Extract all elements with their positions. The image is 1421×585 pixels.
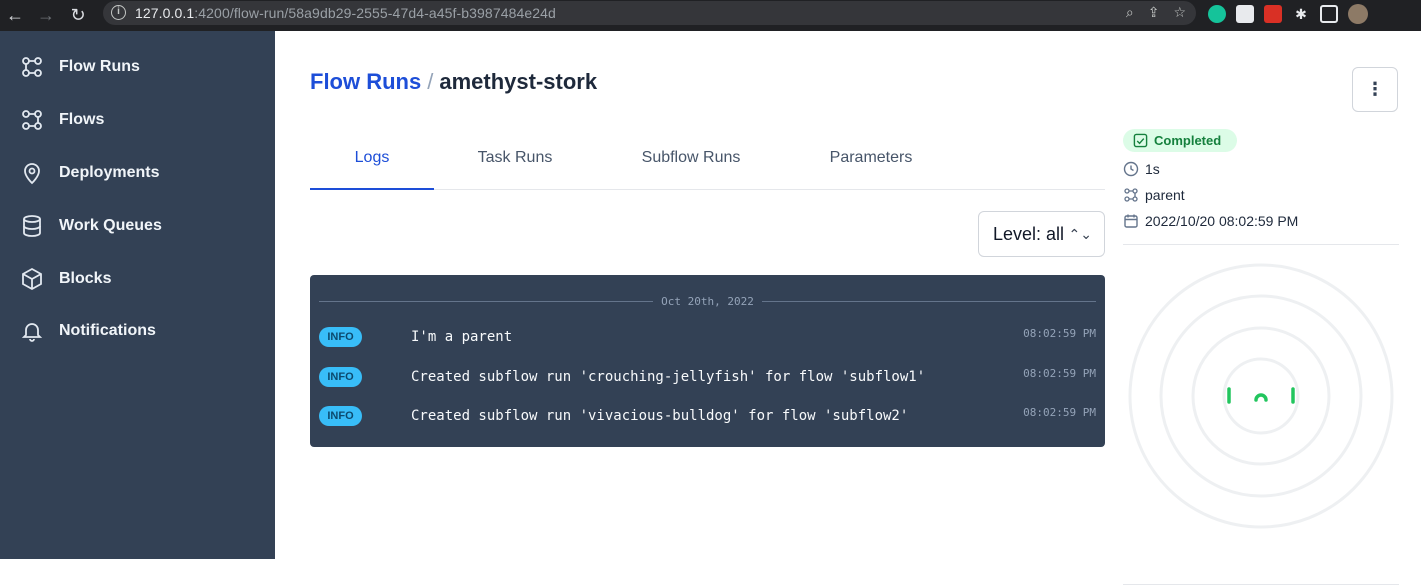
start-time-row: 2022/10/20 08:02:59 PM (1123, 211, 1298, 231)
sidebar-item-deployments[interactable]: Deployments (20, 158, 159, 188)
log-level-badge: INFO (319, 406, 362, 426)
log-level-badge: INFO (319, 327, 362, 347)
flow-row: parent (1123, 185, 1185, 205)
sidebar-item-label: Deployments (59, 164, 160, 181)
select-chevron-icon: ⌃⌄ (1068, 226, 1092, 242)
sidepanel-icon[interactable] (1320, 5, 1338, 23)
site-info-icon[interactable]: i (111, 5, 126, 20)
sidebar: Flow Runs Flows Deployments Work Queues … (0, 31, 275, 559)
log-message: I'm a parent (411, 329, 513, 345)
extension-red-icon[interactable] (1264, 5, 1282, 23)
check-square-icon (1133, 133, 1148, 148)
sidebar-item-flow-runs[interactable]: Flow Runs (20, 52, 140, 82)
radar-nodes (1227, 387, 1295, 404)
tab-logs[interactable]: Logs (310, 139, 434, 190)
zoom-icon[interactable]: ⌕ (1126, 4, 1134, 21)
log-row: INFO Created subflow run 'vivacious-bull… (319, 406, 1096, 430)
profile-avatar[interactable] (1348, 4, 1368, 24)
log-timestamp: 08:02:59 PM (1023, 406, 1096, 419)
sidebar-item-label: Blocks (59, 270, 112, 287)
log-message: Created subflow run 'crouching-jellyfish… (411, 369, 926, 385)
log-date-divider: Oct 20th, 2022 (319, 295, 1096, 308)
log-level-label: Level: all (993, 224, 1065, 244)
log-level-select[interactable]: Level: all ⌃⌄ (978, 211, 1105, 257)
main-content: Flow Runs / amethyst-stork ⋮ Logs Task Run… (275, 31, 1421, 585)
puzzle-extensions-icon[interactable]: ✱ (1292, 5, 1310, 23)
page-title: amethyst-stork (439, 69, 598, 94)
log-date: Oct 20th, 2022 (653, 295, 762, 308)
cube-icon (22, 267, 42, 291)
flow-icon (1124, 188, 1138, 202)
location-pin-icon (24, 163, 40, 185)
breadcrumb-flow-runs-link[interactable]: Flow Runs (310, 69, 421, 94)
bookmark-star-icon[interactable]: ☆ (1173, 4, 1186, 21)
info-extension-icon[interactable] (1236, 5, 1254, 23)
sidebar-item-label: Notifications (59, 322, 156, 339)
sidebar-item-label: Flows (59, 111, 105, 128)
sidebar-item-label: Flow Runs (59, 58, 140, 75)
bell-icon (21, 323, 43, 342)
tab-subflow-runs[interactable]: Subflow Runs (626, 139, 756, 190)
log-level-badge: INFO (319, 367, 362, 387)
reload-icon[interactable]: ↻ (67, 4, 89, 26)
radar-node-center (1254, 393, 1268, 402)
flow-name-link[interactable]: parent (1145, 187, 1185, 203)
database-icon (23, 215, 41, 237)
sidebar-item-label: Work Queues (59, 217, 162, 234)
tab-parameters[interactable]: Parameters (818, 139, 924, 190)
duration-row: 1s (1123, 159, 1160, 179)
share-icon[interactable]: ⇪ (1148, 4, 1160, 21)
status-label: Completed (1154, 133, 1222, 148)
flows-icon (22, 110, 42, 130)
sidebar-item-blocks[interactable]: Blocks (20, 264, 111, 294)
flow-runs-icon (22, 57, 42, 77)
sidebar-item-flows[interactable]: Flows (20, 105, 104, 135)
browser-toolbar: ← → ↻ i 127.0.0.1:4200/flow-run/58a9db29… (0, 0, 1421, 31)
grammarly-extension-icon[interactable] (1208, 5, 1226, 23)
log-message: Created subflow run 'vivacious-bulldog' … (411, 408, 909, 424)
log-panel: Oct 20th, 2022 INFO I'm a parent 08:02:5… (310, 275, 1105, 447)
flow-run-radar[interactable] (1123, 263, 1399, 538)
breadcrumb-separator: / (427, 69, 434, 94)
duration-value: 1s (1145, 161, 1160, 177)
tab-task-runs[interactable]: Task Runs (455, 139, 575, 190)
breadcrumb: Flow Runs / amethyst-stork (310, 69, 597, 95)
sidebar-item-notifications[interactable]: Notifications (20, 316, 156, 346)
clock-icon (1123, 161, 1139, 177)
start-time-value: 2022/10/20 08:02:59 PM (1145, 213, 1299, 229)
log-row: INFO I'm a parent 08:02:59 PM (319, 327, 1096, 351)
forward-arrow-icon[interactable]: → (35, 4, 57, 26)
log-timestamp: 08:02:59 PM (1023, 327, 1096, 340)
sidebar-item-work-queues[interactable]: Work Queues (20, 211, 162, 241)
kebab-menu-icon: ⋮ (1366, 79, 1384, 99)
status-badge: Completed (1123, 129, 1237, 152)
back-arrow-icon[interactable]: ← (4, 4, 26, 26)
more-options-button[interactable]: ⋮ (1352, 67, 1398, 112)
details-divider (1123, 244, 1399, 245)
log-timestamp: 08:02:59 PM (1023, 367, 1096, 380)
url-text: 127.0.0.1:4200/flow-run/58a9db29-2555-47… (135, 5, 556, 21)
tab-bar: Logs Task Runs Subflow Runs Parameters (310, 139, 1105, 190)
calendar-icon (1124, 214, 1138, 228)
log-row: INFO Created subflow run 'crouching-jell… (319, 367, 1096, 391)
address-bar[interactable]: i 127.0.0.1:4200/flow-run/58a9db29-2555-… (103, 1, 1196, 25)
